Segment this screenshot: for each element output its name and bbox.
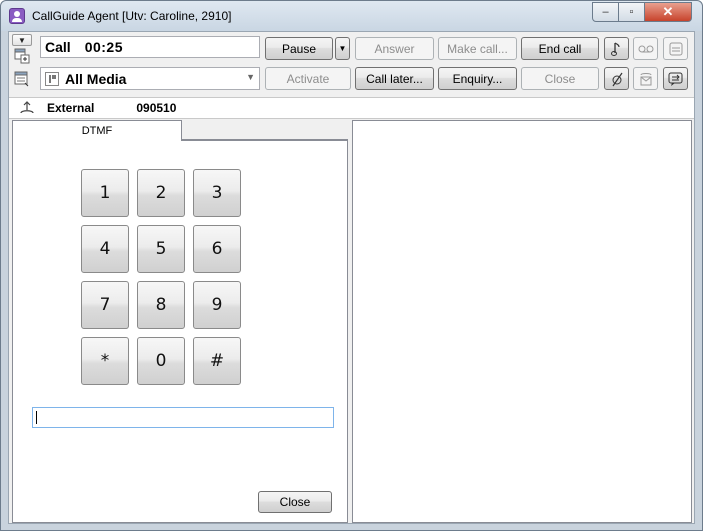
dtmf-key-6[interactable]: 6 [193,225,241,273]
call-status-field: Call 00:25 [40,36,260,58]
end-call-button[interactable]: End call [521,37,599,60]
external-call-icon [19,101,35,115]
media-select-value: All Media [65,70,127,87]
music-note-icon[interactable] [604,37,629,60]
app-icon [9,8,25,24]
mute-icon[interactable] [604,67,629,90]
media-select[interactable]: All Media ▼ [40,67,260,90]
new-window-icon[interactable] [12,47,32,65]
chevron-down-icon: ▼ [246,72,255,82]
activate-button[interactable]: Activate [265,67,351,90]
dtmf-key-3[interactable]: 3 [193,169,241,217]
transfer-icon[interactable] [663,37,688,60]
make-call-button[interactable]: Make call... [438,37,517,60]
phone-mail-icon[interactable] [633,67,658,90]
client-area: ▼ Call 00:25 All Media ▼ Pause ▼ Answer … [8,31,695,524]
call-later-button[interactable]: Call later... [355,67,434,90]
dtmf-key-0[interactable]: 0 [137,337,185,385]
dtmf-key-8[interactable]: 8 [137,281,185,329]
dtmf-key-2[interactable]: 2 [137,169,185,217]
media-icon [45,71,59,86]
close-button[interactable]: Close [521,67,599,90]
dtmf-key-7[interactable]: 7 [81,281,129,329]
dtmf-key-1[interactable]: 1 [81,169,129,217]
menu-dropdown-button[interactable]: ▼ [12,34,32,46]
dtmf-key-4[interactable]: 4 [81,225,129,273]
call-status-label: Call [45,39,71,55]
contact-bar: External 090510 [9,97,694,119]
app-window: CallGuide Agent [Utv: Caroline, 2910] – … [0,0,703,531]
dtmf-keypad-area: 1 2 3 4 5 6 7 8 9 * 0 # Close [12,140,348,523]
answer-button[interactable]: Answer [355,37,434,60]
chat-transfer-icon[interactable] [663,67,688,90]
enquiry-button[interactable]: Enquiry... [438,67,517,90]
call-timer: 00:25 [84,39,123,55]
contact-number: 090510 [136,101,177,115]
tab-dtmf[interactable]: DTMF [12,120,182,141]
dtmf-close-button[interactable]: Close [258,491,332,513]
dtmf-input[interactable] [32,407,334,428]
pause-button[interactable]: Pause [265,37,333,60]
dtmf-panel: DTMF 1 2 3 4 5 6 7 8 9 * 0 # Close [12,120,348,523]
dtmf-key-hash[interactable]: # [193,337,241,385]
text-caret [36,411,37,424]
minimize-button[interactable]: – [592,2,619,22]
dtmf-key-5[interactable]: 5 [137,225,185,273]
title-bar[interactable]: CallGuide Agent [Utv: Caroline, 2910] – … [1,1,702,31]
dtmf-key-9[interactable]: 9 [193,281,241,329]
window-title: CallGuide Agent [Utv: Caroline, 2910] [32,9,232,23]
dtmf-key-star[interactable]: * [81,337,129,385]
details-panel [352,120,692,523]
maximize-button[interactable]: ▫ [618,2,645,22]
pause-dropdown-button[interactable]: ▼ [335,37,350,60]
tab-strip [182,120,348,140]
close-window-button[interactable]: ✕ [644,2,692,22]
voicemail-icon[interactable] [633,37,658,60]
contact-type: External [47,101,95,115]
layout-icon[interactable] [12,70,32,88]
